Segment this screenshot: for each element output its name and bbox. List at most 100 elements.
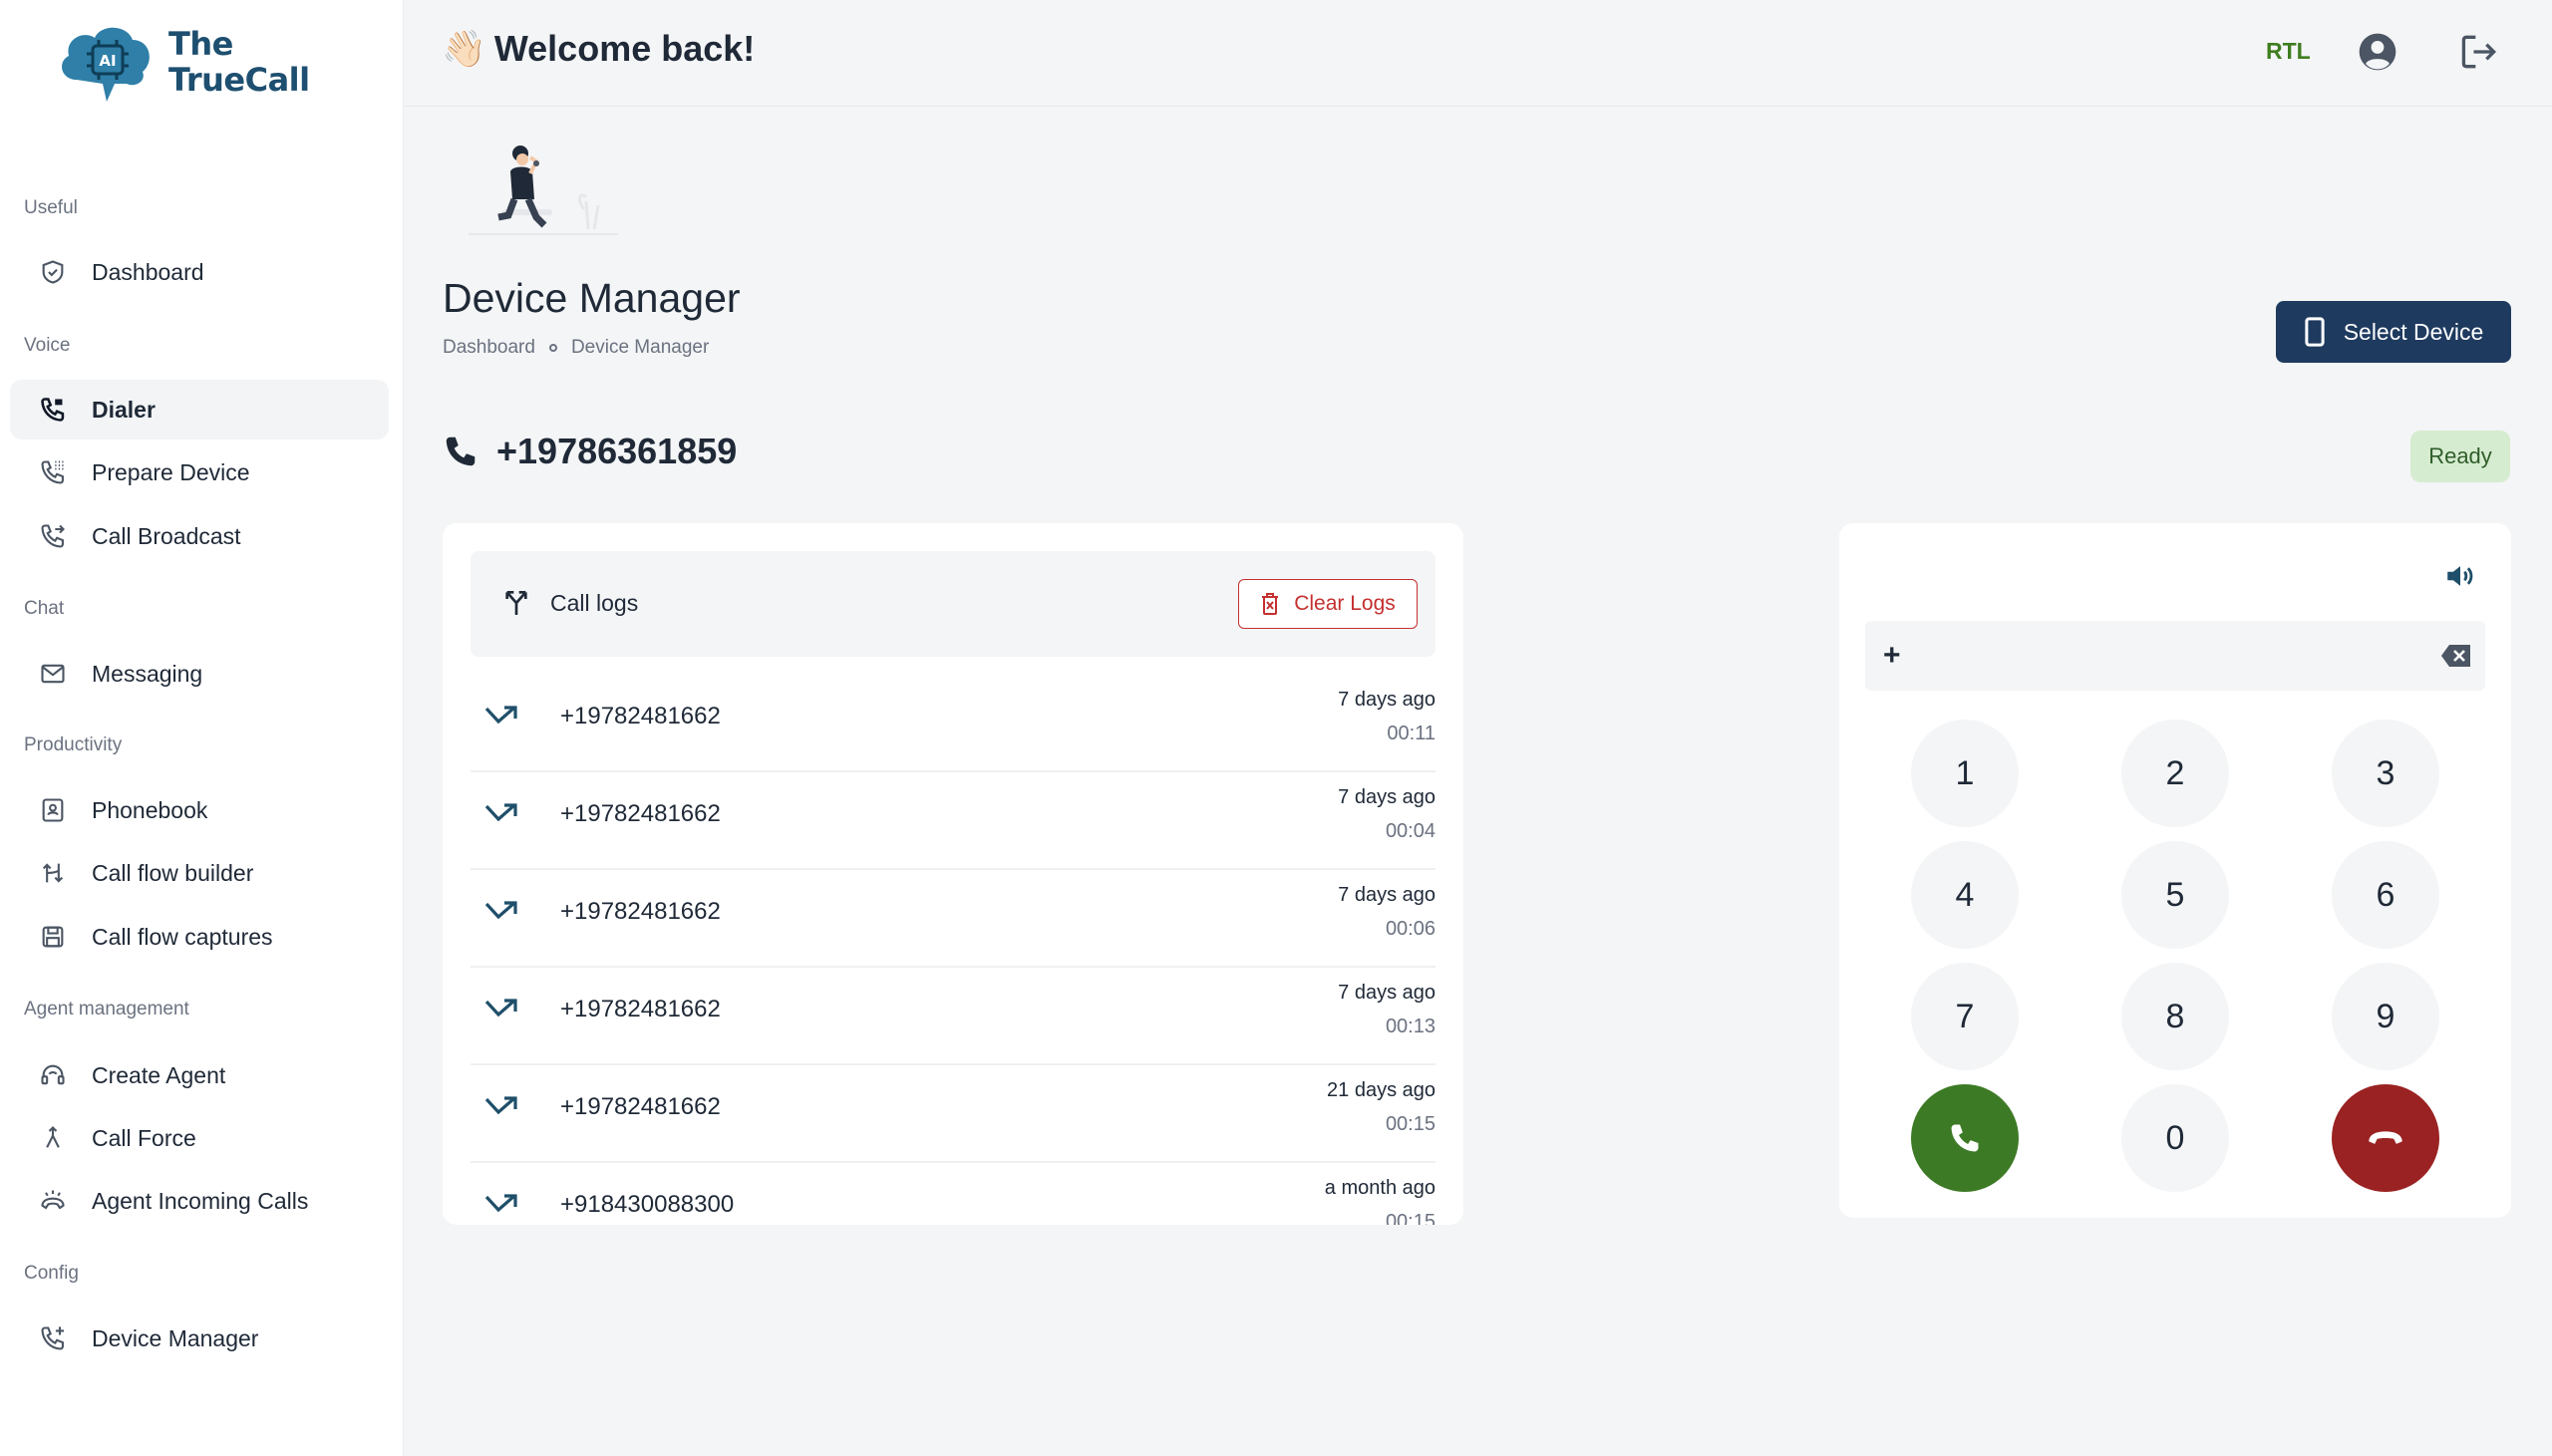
sidebar: AI The TrueCall Useful Dashboard Voice D… bbox=[0, 0, 404, 1456]
sidebar-item-messaging[interactable]: Messaging bbox=[10, 644, 389, 704]
status-badge: Ready bbox=[2410, 431, 2510, 482]
call-logs-title: Call logs bbox=[500, 587, 638, 619]
sidebar-item-dialer[interactable]: Dialer bbox=[10, 380, 389, 439]
sidebar-item-label: Create Agent bbox=[92, 1061, 226, 1088]
call-log-time-ago: 7 days ago bbox=[1338, 982, 1436, 1004]
brand-logo[interactable]: AI The TrueCall bbox=[55, 18, 310, 106]
call-log-duration: 00:15 bbox=[1385, 1113, 1436, 1135]
sidebar-item-create-agent[interactable]: Create Agent bbox=[10, 1045, 389, 1105]
phone-call-icon bbox=[1951, 1124, 1979, 1152]
dial-key-0[interactable]: 0 bbox=[2121, 1084, 2229, 1192]
page-title: Device Manager bbox=[443, 275, 741, 321]
sidebar-item-device-manager[interactable]: Device Manager bbox=[10, 1309, 389, 1368]
sidebar-item-phonebook[interactable]: Phonebook bbox=[10, 780, 389, 840]
call-log-number: +19782481662 bbox=[560, 996, 721, 1022]
dial-key-9[interactable]: 9 bbox=[2332, 963, 2439, 1070]
call-log-row[interactable]: +19782481662 21 days ago 00:15 bbox=[471, 1065, 1436, 1163]
sidebar-item-call-flow-captures[interactable]: Call flow captures bbox=[10, 907, 389, 967]
call-log-time-ago: 7 days ago bbox=[1338, 689, 1436, 711]
dial-key-3[interactable]: 3 bbox=[2332, 720, 2439, 827]
call-log-number: +19782481662 bbox=[560, 898, 721, 925]
dial-number-input[interactable] bbox=[1865, 621, 2485, 691]
incoming-signal-icon bbox=[38, 1186, 68, 1216]
outgoing-call-arrow-icon bbox=[484, 901, 517, 920]
sidebar-item-call-flow-builder[interactable]: Call flow builder bbox=[10, 843, 389, 903]
dial-key-7[interactable]: 7 bbox=[1911, 963, 2019, 1070]
merge-arrow-icon bbox=[38, 1123, 68, 1153]
section-label-voice: Voice bbox=[24, 335, 71, 356]
call-logs-card: Call logs Clear Logs +19782481662 7 days… bbox=[443, 523, 1463, 1225]
outgoing-call-arrow-icon bbox=[484, 803, 517, 822]
call-log-row[interactable]: +19782481662 7 days ago 00:06 bbox=[471, 870, 1436, 968]
phone-dialer-icon bbox=[38, 395, 68, 425]
sidebar-item-label: Call Broadcast bbox=[92, 522, 241, 549]
breadcrumb-link-dashboard[interactable]: Dashboard bbox=[443, 337, 535, 359]
phone-forward-icon bbox=[38, 521, 68, 551]
svg-text:AI: AI bbox=[99, 52, 116, 70]
current-phone-number: +19786361859 bbox=[443, 431, 737, 472]
sidebar-item-call-broadcast[interactable]: Call Broadcast bbox=[10, 506, 389, 566]
call-log-row[interactable]: +19782481662 7 days ago 00:04 bbox=[471, 772, 1436, 870]
user-account-icon[interactable] bbox=[2356, 30, 2399, 74]
call-log-number: +19782481662 bbox=[560, 1093, 721, 1120]
sidebar-item-label: Dashboard bbox=[92, 258, 204, 285]
section-label-config: Config bbox=[24, 1263, 79, 1284]
clear-logs-button[interactable]: Clear Logs bbox=[1238, 579, 1418, 629]
outgoing-call-arrow-icon bbox=[484, 1096, 517, 1115]
phone-number-text: +19786361859 bbox=[496, 431, 738, 471]
sidebar-item-prepare-device[interactable]: Prepare Device bbox=[10, 442, 389, 502]
dial-key-8[interactable]: 8 bbox=[2121, 963, 2229, 1070]
call-log-time-ago: 7 days ago bbox=[1338, 884, 1436, 906]
dial-key-6[interactable]: 6 bbox=[2332, 841, 2439, 949]
select-device-label: Select Device bbox=[2343, 318, 2484, 345]
dial-key-1[interactable]: 1 bbox=[1911, 720, 2019, 827]
call-button[interactable] bbox=[1911, 1084, 2019, 1192]
trash-icon bbox=[1262, 593, 1279, 615]
dial-key-2[interactable]: 2 bbox=[2121, 720, 2229, 827]
dial-key-4[interactable]: 4 bbox=[1911, 841, 2019, 949]
breadcrumb-separator bbox=[548, 344, 557, 352]
brand-name: The TrueCall bbox=[168, 26, 310, 98]
section-label-useful: Useful bbox=[24, 197, 78, 218]
sidebar-item-label: Agent Incoming Calls bbox=[92, 1187, 309, 1214]
call-log-time-ago: 7 days ago bbox=[1338, 786, 1436, 808]
clear-logs-label: Clear Logs bbox=[1294, 592, 1396, 615]
section-label-productivity: Productivity bbox=[24, 734, 123, 755]
call-log-time-ago: a month ago bbox=[1324, 1177, 1436, 1199]
backspace-icon[interactable] bbox=[2439, 643, 2473, 669]
sidebar-item-label: Call flow captures bbox=[92, 923, 273, 950]
sidebar-item-call-force[interactable]: Call Force bbox=[10, 1108, 389, 1168]
mobile-phone-icon bbox=[2305, 317, 2325, 347]
logout-icon[interactable] bbox=[2457, 30, 2501, 74]
sidebar-item-label: Dialer bbox=[92, 396, 156, 423]
wave-hand-icon: 👋🏻 bbox=[442, 28, 486, 69]
call-log-number: +19782481662 bbox=[560, 703, 721, 729]
sidebar-item-agent-incoming-calls[interactable]: Agent Incoming Calls bbox=[10, 1171, 389, 1231]
speaker-volume-icon[interactable] bbox=[2443, 559, 2477, 593]
hang-up-button[interactable] bbox=[2332, 1084, 2439, 1192]
call-log-row[interactable]: +19782481662 7 days ago 00:11 bbox=[471, 675, 1436, 772]
phone-keypad-icon bbox=[38, 457, 68, 487]
section-label-agent-management: Agent management bbox=[24, 999, 189, 1019]
sidebar-item-label: Device Manager bbox=[92, 1324, 259, 1351]
sidebar-item-label: Phonebook bbox=[92, 796, 208, 823]
dial-key-5[interactable]: 5 bbox=[2121, 841, 2229, 949]
sidebar-item-dashboard[interactable]: Dashboard bbox=[10, 242, 389, 302]
call-log-duration: 00:04 bbox=[1385, 820, 1436, 842]
breadcrumb: Dashboard Device Manager bbox=[443, 337, 709, 359]
call-split-icon bbox=[505, 591, 527, 615]
phone-plus-icon bbox=[38, 1323, 68, 1353]
call-log-time-ago: 21 days ago bbox=[1327, 1079, 1436, 1101]
rtl-toggle-button[interactable]: RTL bbox=[2266, 38, 2311, 65]
mail-icon bbox=[38, 659, 68, 689]
select-device-button[interactable]: Select Device bbox=[2276, 301, 2511, 363]
call-log-row[interactable]: +918430088300 a month ago 00:15 bbox=[471, 1163, 1436, 1225]
section-label-chat: Chat bbox=[24, 598, 65, 619]
sidebar-item-label: Messaging bbox=[92, 660, 203, 687]
call-log-duration: 00:06 bbox=[1385, 918, 1436, 940]
person-on-phone-illustration bbox=[469, 146, 618, 235]
outgoing-call-arrow-icon bbox=[484, 706, 517, 725]
call-log-row[interactable]: +19782481662 7 days ago 00:13 bbox=[471, 968, 1436, 1065]
cloud-ai-logo-icon: AI bbox=[62, 27, 150, 103]
sidebar-item-label: Call Force bbox=[92, 1124, 196, 1151]
